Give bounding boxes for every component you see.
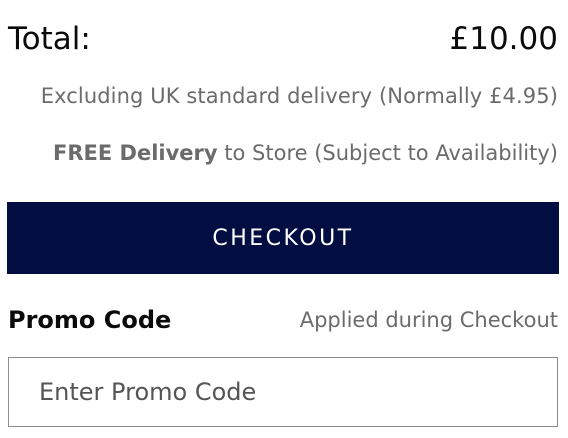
total-value: £10.00 [449,21,558,57]
excluding-delivery-note: Excluding UK standard delivery (Normally… [40,84,558,108]
free-delivery-emphasis: FREE Delivery [53,141,218,165]
promo-code-input[interactable] [8,357,558,427]
total-label: Total: [8,21,91,57]
free-delivery-detail: to Store (Subject to Availability) [217,141,558,165]
promo-applied-note: Applied during Checkout [299,308,558,332]
promo-code-label: Promo Code [8,306,172,334]
checkout-button[interactable]: CHECKOUT [7,202,559,274]
free-delivery-note: FREE Delivery to Store (Subject to Avail… [53,139,558,167]
